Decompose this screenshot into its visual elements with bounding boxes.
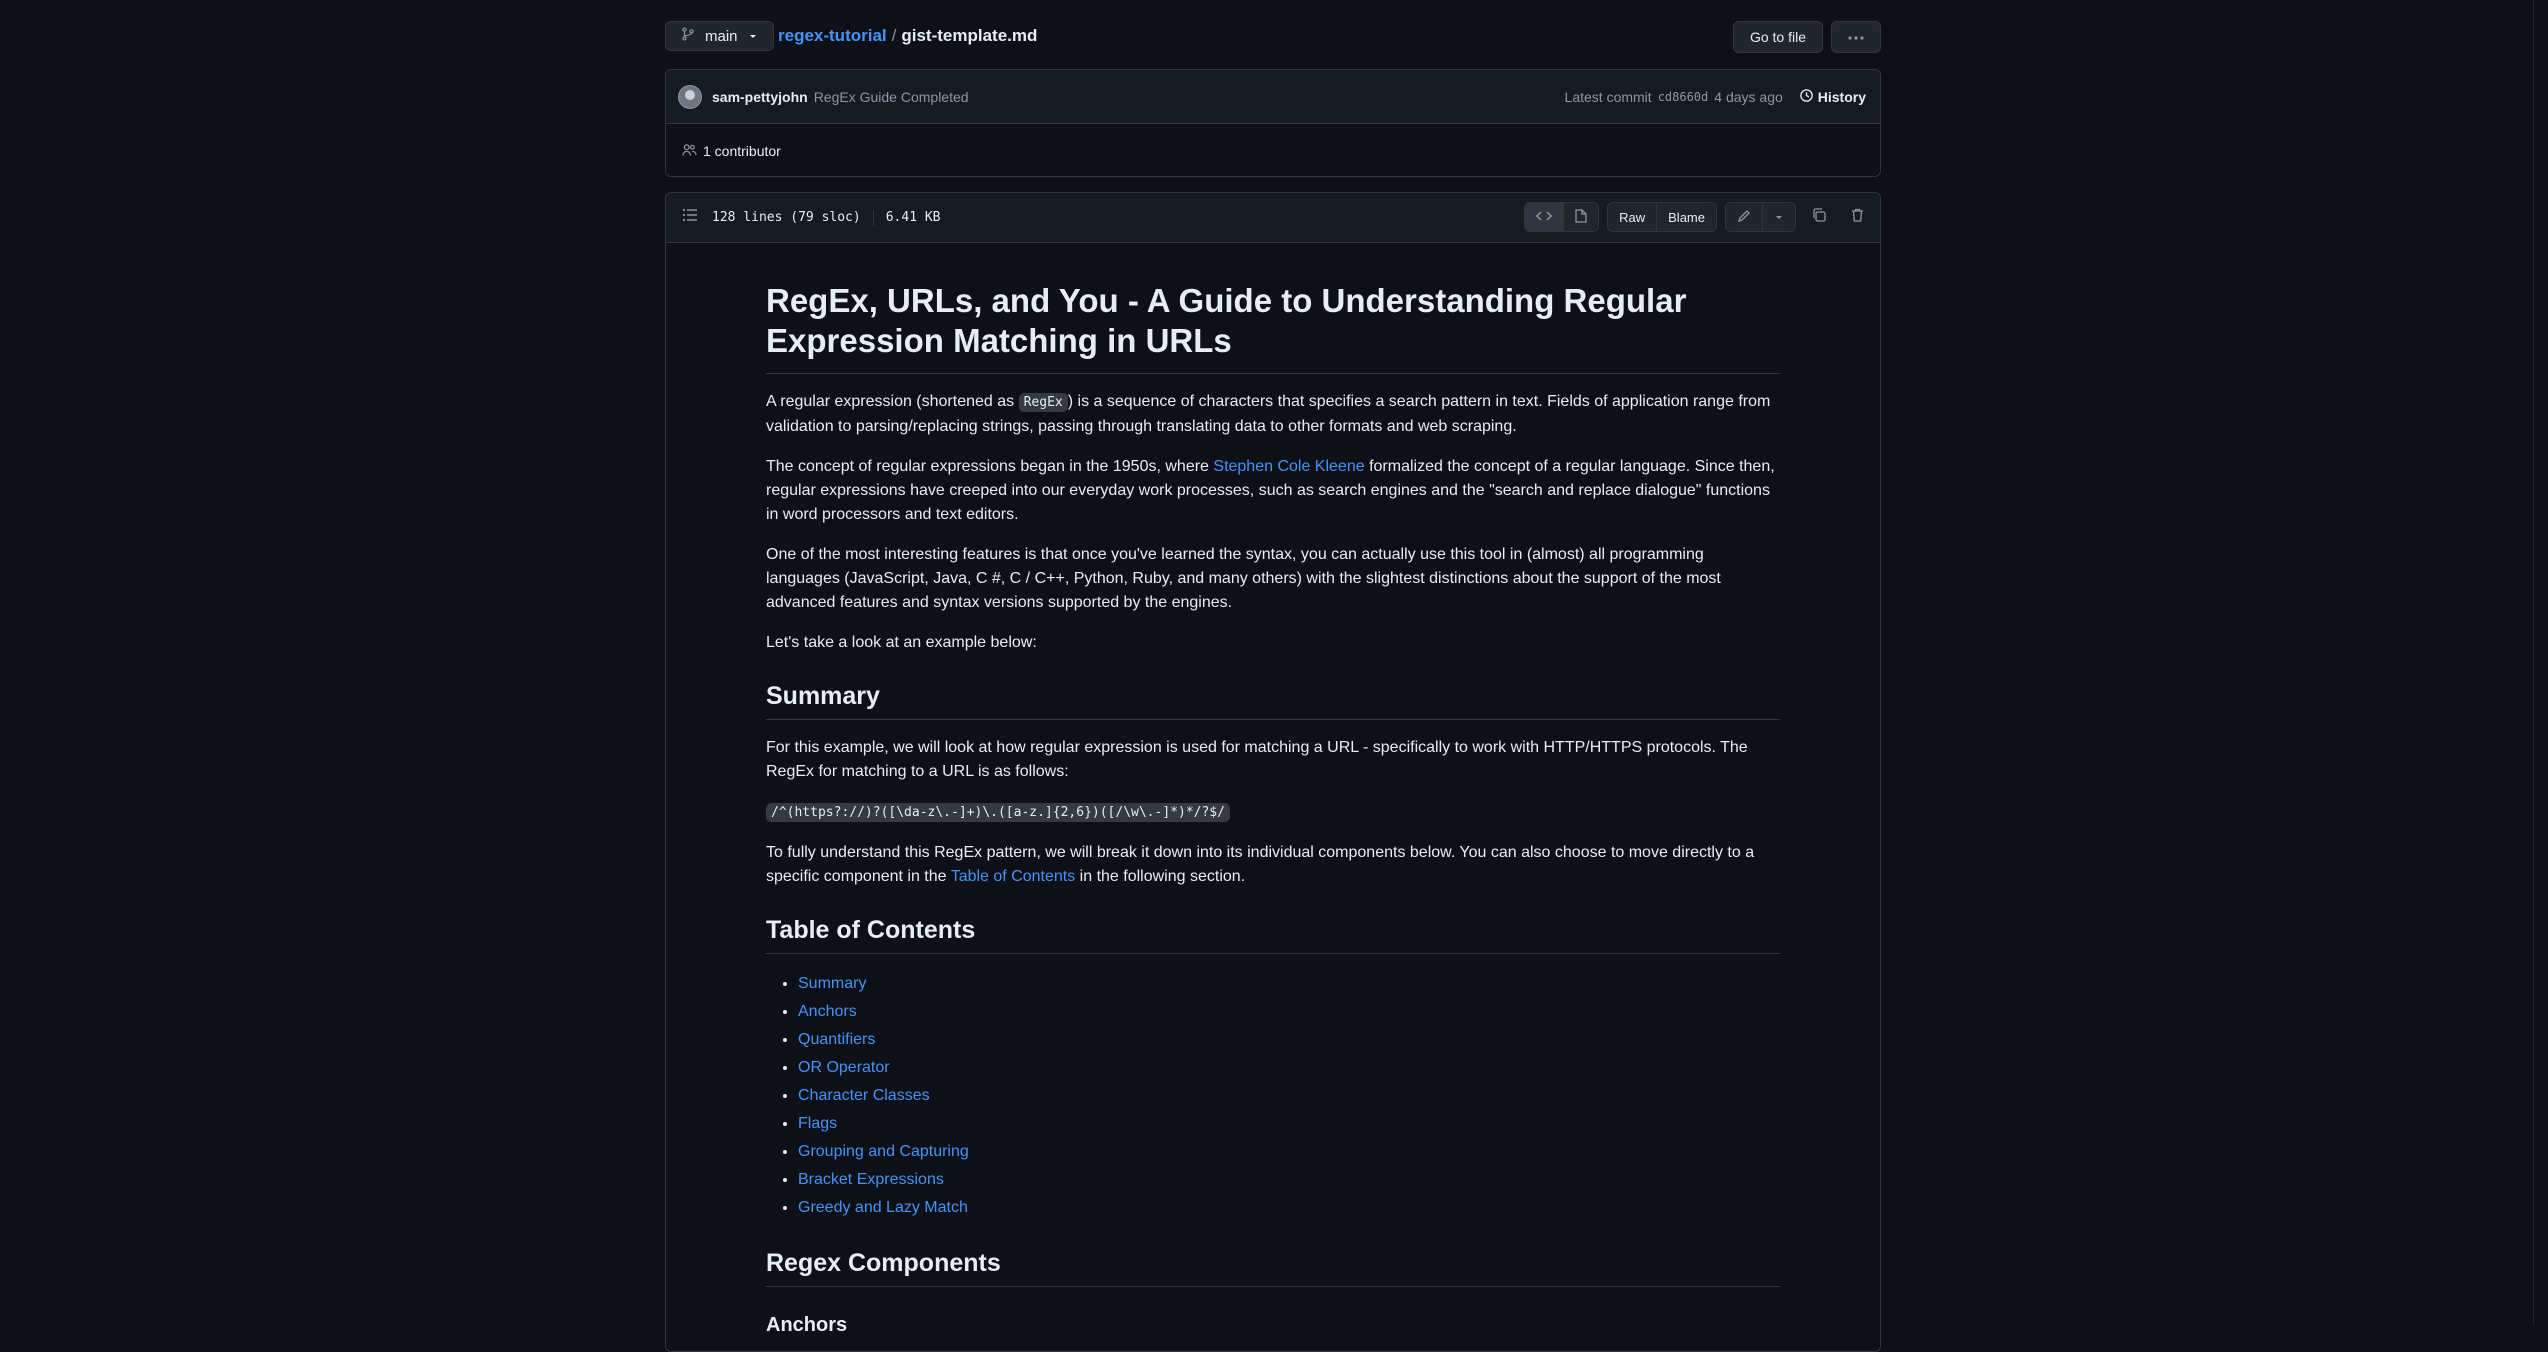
commit-sha[interactable]: cd8660d [1658,90,1709,104]
contributors-row[interactable]: 1 contributor [666,124,1880,176]
branch-icon [681,27,695,45]
commit-meta: Latest commit cd8660d 4 days ago History [1565,70,1866,123]
toc-item-flags[interactable]: Flags [798,1115,837,1132]
commit-message[interactable]: RegEx Guide Completed [814,89,969,105]
list-item: OR Operator [798,1054,1780,1082]
toc-list: Summary Anchors Quantifiers OR Operator … [766,970,1780,1222]
latest-commit-label: Latest commit [1564,88,1652,105]
components-heading: Regex Components [766,1248,1780,1287]
branch-selector[interactable]: main [665,21,774,51]
toc-item-or-operator[interactable]: OR Operator [798,1059,890,1076]
summary-heading: Summary [766,681,1780,720]
copy-button[interactable] [1804,203,1834,231]
outline-list-icon[interactable] [682,208,698,227]
edit-button[interactable] [1726,203,1763,231]
list-item: Flags [798,1110,1780,1138]
toc-heading: Table of Contents [766,915,1780,954]
delete-button[interactable] [1842,203,1872,231]
blame-button[interactable]: Blame [1657,203,1716,231]
avatar[interactable] [678,84,702,109]
view-toggle [1524,202,1600,232]
kebab-horizontal-icon [1847,28,1865,46]
history-label: History [1817,88,1866,105]
commit-row: sam-pettyjohn RegEx Guide Completed Late… [666,70,1880,124]
copy-icon [1812,207,1826,227]
inline-code: RegEx [1018,393,1068,412]
file-toolbar: Raw Blame [1524,202,1872,232]
list-item: Greedy and Lazy Match [798,1194,1780,1222]
list-item: Bracket Expressions [798,1166,1780,1194]
repo-link[interactable]: regex-tutorial [778,26,887,45]
list-item: Grouping and Capturing [798,1138,1780,1166]
line-count: 128 lines (79 sloc) [712,210,861,225]
features-paragraph: One of the most interesting features is … [766,546,1721,611]
page-title: RegEx, URLs, and You - A Guide to Unders… [766,281,1780,374]
more-options-button[interactable] [1831,21,1881,53]
breadcrumb-separator: / [891,26,897,45]
regex-paragraph: /^(https?://)?([\da-z\.-]+)\.([a-z.]{2,6… [766,800,1780,825]
file-icon [1575,208,1587,226]
trash-icon [1851,208,1864,227]
breakdown-paragraph: To fully understand this RegEx pattern, … [766,841,1780,889]
markdown-body: RegEx, URLs, and You - A Guide to Unders… [766,281,1780,1338]
toc-item-grouping[interactable]: Grouping and Capturing [798,1143,969,1160]
commit-author[interactable]: sam-pettyjohn [712,89,808,105]
intro-paragraph: A regular expression (shortened as RegEx… [766,390,1780,439]
list-item: Quantifiers [798,1026,1780,1054]
raw-button[interactable]: Raw [1608,203,1658,231]
source-view-button[interactable] [1525,203,1565,231]
summary-paragraph: For this example, we will look at how re… [766,739,1748,780]
example-intro: Let's take a look at an example below: [766,634,1037,651]
edit-group [1725,202,1796,232]
toc-item-character-classes[interactable]: Character Classes [798,1087,930,1104]
toc-link[interactable]: Table of Contents [951,868,1076,885]
rendered-view-button[interactable] [1564,203,1599,231]
toc-item-summary[interactable]: Summary [798,975,866,992]
file-size: 6.41 KB [885,210,941,225]
toc-item-quantifiers[interactable]: Quantifiers [798,1031,875,1048]
chevron-down-icon [748,28,758,45]
toc-item-anchors[interactable]: Anchors [798,1003,857,1020]
file-name: gist-template.md [901,26,1038,45]
chevron-down-icon [1774,210,1784,225]
text: To fully understand this RegEx pattern, … [766,844,1755,885]
divider [872,209,874,226]
toc-item-greedy-lazy[interactable]: Greedy and Lazy Match [798,1199,968,1216]
contributors-count: 1 contributor [703,143,781,159]
text: in the following section. [1075,868,1246,885]
kleene-link[interactable]: Stephen Cole Kleene [1213,458,1364,475]
file-nav-bar: main regex-tutorial / gist-template.md Go … [665,21,1881,53]
go-to-file-button[interactable]: Go to file [1732,21,1823,53]
file-info: 128 lines (79 sloc) 6.41 KB [712,209,941,226]
edit-dropdown-button[interactable] [1763,203,1795,231]
pencil-icon [1737,209,1751,226]
latest-commit-box: sam-pettyjohn RegEx Guide Completed Late… [665,69,1881,177]
breadcrumb: regex-tutorial / gist-template.md [778,26,1037,46]
commit-age: 4 days ago [1714,88,1783,105]
list-item: Summary [798,970,1780,998]
list-item: Character Classes [798,1082,1780,1110]
code-icon [1536,210,1553,225]
raw-blame-group: Raw Blame [1607,202,1717,232]
anchors-heading: Anchors [766,1314,848,1336]
history-link[interactable]: History [1799,88,1866,106]
history-paragraph: The concept of regular expressions began… [766,455,1780,527]
branch-name: main [705,27,738,45]
regex-code: /^(https?://)?([\da-z\.-]+)\.([a-z.]{2,6… [766,803,1230,822]
file-header: 128 lines (79 sloc) 6.41 KB Raw Blame [666,193,1880,243]
toc-item-bracket-expressions[interactable]: Bracket Expressions [798,1171,944,1188]
history-icon [1799,88,1814,106]
list-item: Anchors [798,998,1780,1026]
text: A regular expression (shortened as [766,393,1019,410]
people-icon [682,143,697,160]
text: The concept of regular expressions began… [766,458,1214,475]
scrollbar[interactable] [2533,0,2548,1326]
